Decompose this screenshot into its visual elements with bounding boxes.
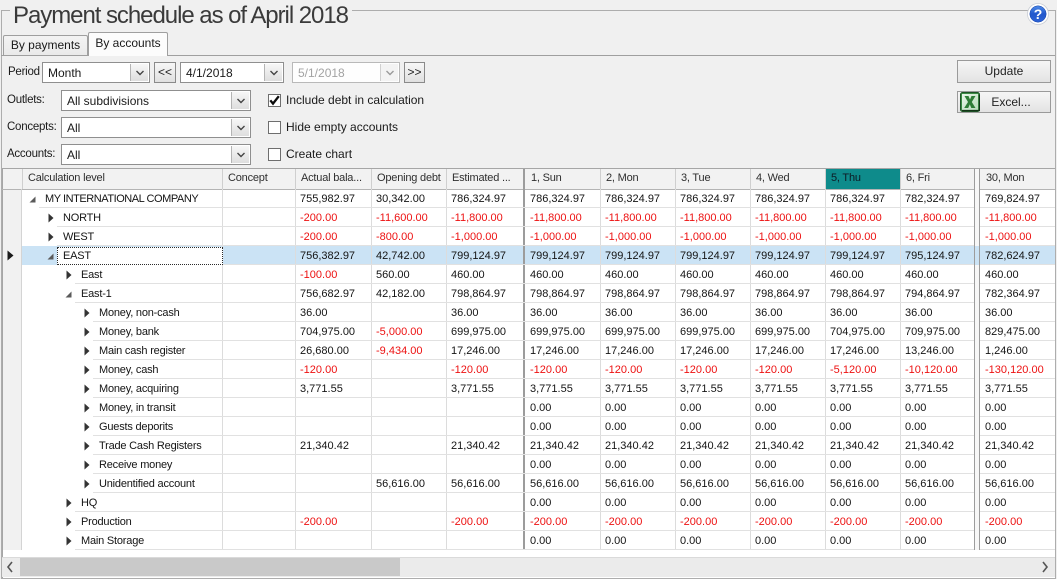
svg-text:?: ? [1034,6,1043,22]
